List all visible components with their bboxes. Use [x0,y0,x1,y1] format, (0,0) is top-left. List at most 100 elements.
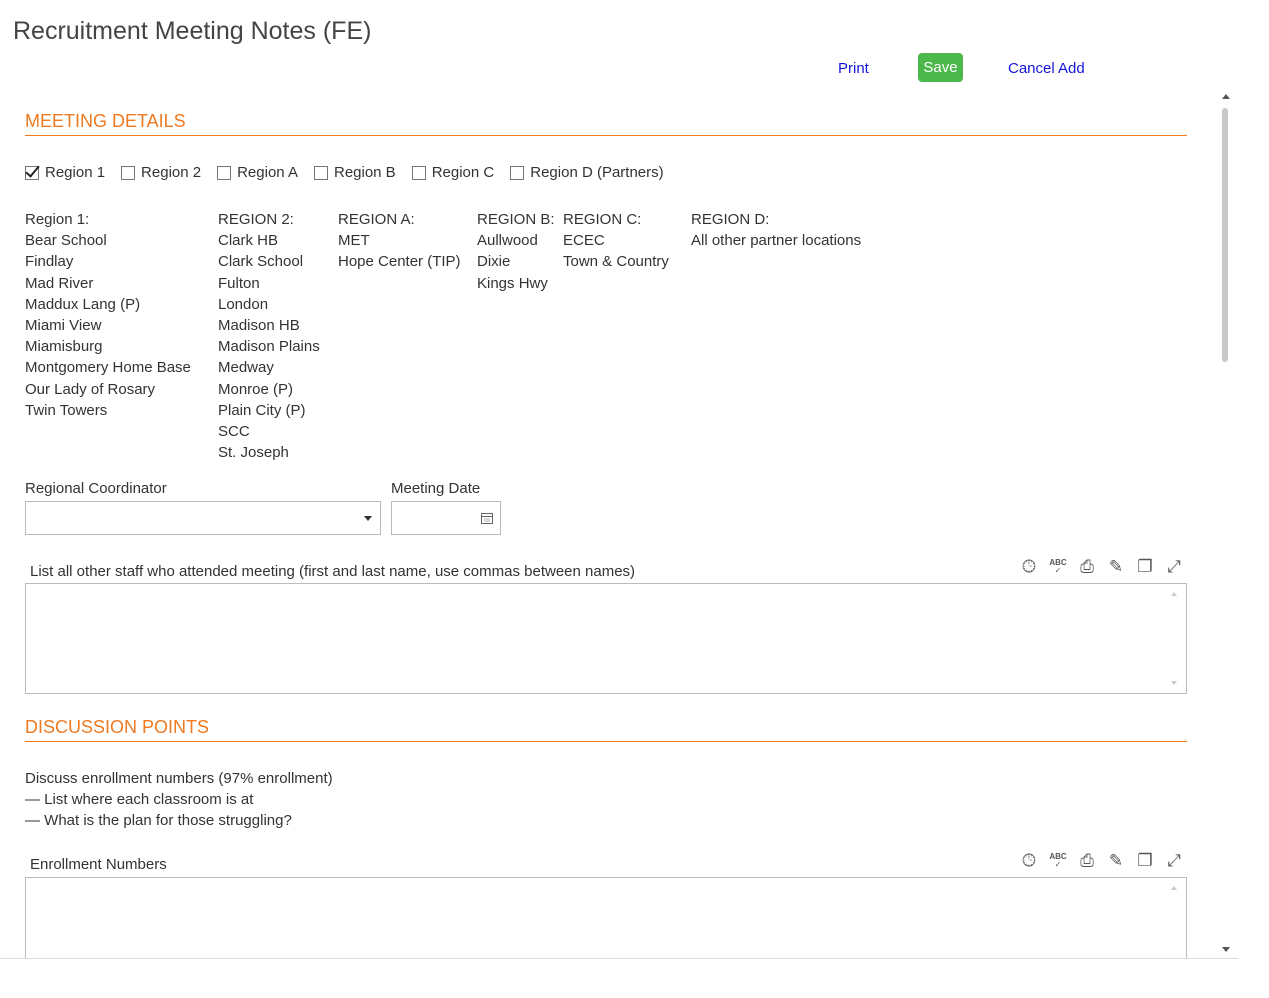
region-location: Dixie [477,253,511,271]
save-button[interactable]: Save [918,53,963,82]
region-location: Plain City (P) [218,401,306,419]
region-a-list: REGION A: MET Hope Center (TIP) [338,209,461,273]
checkbox-label: Region B [333,164,396,181]
print-icon[interactable]: ⎙ [1076,556,1098,578]
expand-icon[interactable]: ⤢ [1163,850,1185,872]
region-location: Kings Hwy [477,274,548,292]
copy-icon[interactable]: ❐ [1134,556,1156,578]
staff-toolbar: 🕒︎ ABC ✓ ⎙ ✎ ❐ ⤢ [1018,556,1192,578]
region-2-checkbox[interactable]: Region 2 [121,164,201,181]
region-location: Madison HB [218,317,300,335]
staff-textarea[interactable] [25,583,1187,694]
region-location: Hope Center (TIP) [338,253,461,271]
region-heading: REGION A: [338,211,415,228]
meeting-date-input[interactable] [391,501,501,535]
region-location: Madison Plains [218,338,320,356]
region-d-checkbox[interactable]: Region D (Partners) [510,164,664,181]
print-button[interactable]: Print [838,60,869,77]
scroll-down-icon[interactable] [1222,947,1230,952]
region-checkbox-row: Region 1 Region 2 Region A Region B Regi… [25,164,680,181]
checkbox-box[interactable] [25,165,39,180]
spellcheck-icon[interactable]: ABC ✓ [1047,850,1069,872]
region-heading: REGION 2: [218,211,294,228]
region-location: Medway [218,359,274,377]
enrollment-textarea[interactable] [25,877,1187,958]
scroll-down-icon[interactable] [1171,681,1177,685]
checkbox-label: Region A [237,164,298,181]
print-icon[interactable]: ⎙ [1076,850,1098,872]
region-location: MET [338,232,370,250]
region-location: Our Lady of Rosary [25,380,156,398]
discussion-points-header: DISCUSSION POINTS [25,717,1187,742]
region-location: Aullwood [477,232,538,250]
region-location: Clark HB [218,232,279,250]
region-b-checkbox[interactable]: Region B [313,164,396,181]
checkbox-label: Region 1 [45,164,106,181]
region-heading: REGION B: [477,211,555,228]
checkbox-label: Region 2 [141,164,202,181]
region-location: Miamisburg [25,338,103,356]
region-location: Miami View [25,317,102,335]
region-location: SCC [218,423,250,441]
copy-icon[interactable]: ❐ [1134,850,1156,872]
staff-label: List all other staff who attended meetin… [30,563,636,580]
page-title: Recruitment Meeting Notes (FE) [13,17,372,45]
region-location: London [218,295,269,313]
spellcheck-icon[interactable]: ABC ✓ [1047,556,1069,578]
region-location: Town & Country [563,253,669,271]
enrollment-toolbar: 🕒︎ ABC ✓ ⎙ ✎ ❐ ⤢ [1018,850,1192,872]
region-1-checkbox[interactable]: Region 1 [25,164,105,181]
region-location: ECEC [563,232,605,250]
scroll-up-icon[interactable] [1171,592,1177,596]
form-content: MEETING DETAILS Region 1 Region 2 Region… [0,96,1210,958]
discussion-line: Discuss enrollment numbers (97% enrollme… [25,770,333,787]
discussion-text: Discuss enrollment numbers (97% enrollme… [25,768,333,832]
meeting-date-label: Meeting Date [391,480,481,497]
checkbox-box[interactable] [121,165,136,180]
checkbox-label: Region D (Partners) [530,164,664,181]
region-1-list: Region 1: Bear School Findlay Mad River Madd… [25,209,191,421]
region-a-checkbox[interactable]: Region A [217,164,298,181]
region-c-list: REGION C: ECEC Town & Country [563,209,669,273]
clock-icon[interactable]: 🕒︎ [1018,850,1040,872]
region-heading: REGION D: [691,211,770,228]
region-b-list: REGION B: Aullwood Dixie Kings Hwy [477,209,555,294]
checkbox-box[interactable] [313,165,328,180]
coordinator-label: Regional Coordinator [25,480,167,497]
region-location: Montgomery Home Base [25,359,191,377]
checkbox-box[interactable] [411,165,426,180]
region-location: Mad River [25,274,94,292]
region-location: Maddux Lang (P) [25,295,141,313]
region-location: Monroe (P) [218,380,294,398]
enrollment-label: Enrollment Numbers [30,856,167,873]
page-scrollbar[interactable] [1217,92,1235,958]
meeting-details-header: MEETING DETAILS [25,111,1187,136]
top-actions: Print Save Cancel Add [0,53,1269,84]
scroll-up-icon[interactable] [1222,94,1230,99]
cancel-add-button[interactable]: Cancel Add [1008,60,1085,77]
scrollbar-thumb[interactable] [1222,108,1228,362]
discussion-line: — List where each classroom is at [25,791,254,809]
edit-icon[interactable]: ✎ [1105,850,1127,872]
expand-icon[interactable]: ⤢ [1163,556,1185,578]
calendar-icon[interactable] [481,513,493,524]
region-location: Findlay [25,253,74,271]
clock-icon[interactable]: 🕒︎ [1018,556,1040,578]
discussion-line: — What is the plan for those struggling? [25,812,292,830]
checkbox-box[interactable] [217,165,232,180]
region-location: Twin Towers [25,401,108,419]
edit-icon[interactable]: ✎ [1105,556,1127,578]
region-heading: Region 1: [25,211,90,228]
coordinator-select[interactable] [25,501,381,535]
region-location: St. Joseph [218,444,289,462]
textarea-scrollbar[interactable] [1170,884,1180,958]
chevron-down-icon[interactable] [364,516,372,521]
region-heading: REGION C: [563,211,642,228]
region-c-checkbox[interactable]: Region C [411,164,495,181]
scroll-up-icon[interactable] [1171,886,1177,890]
checkbox-box[interactable] [510,165,525,180]
checkbox-label: Region C [431,164,495,181]
textarea-scrollbar[interactable] [1170,590,1180,687]
region-d-list: REGION D: All other partner locations [691,209,861,251]
bottom-divider [0,958,1238,959]
